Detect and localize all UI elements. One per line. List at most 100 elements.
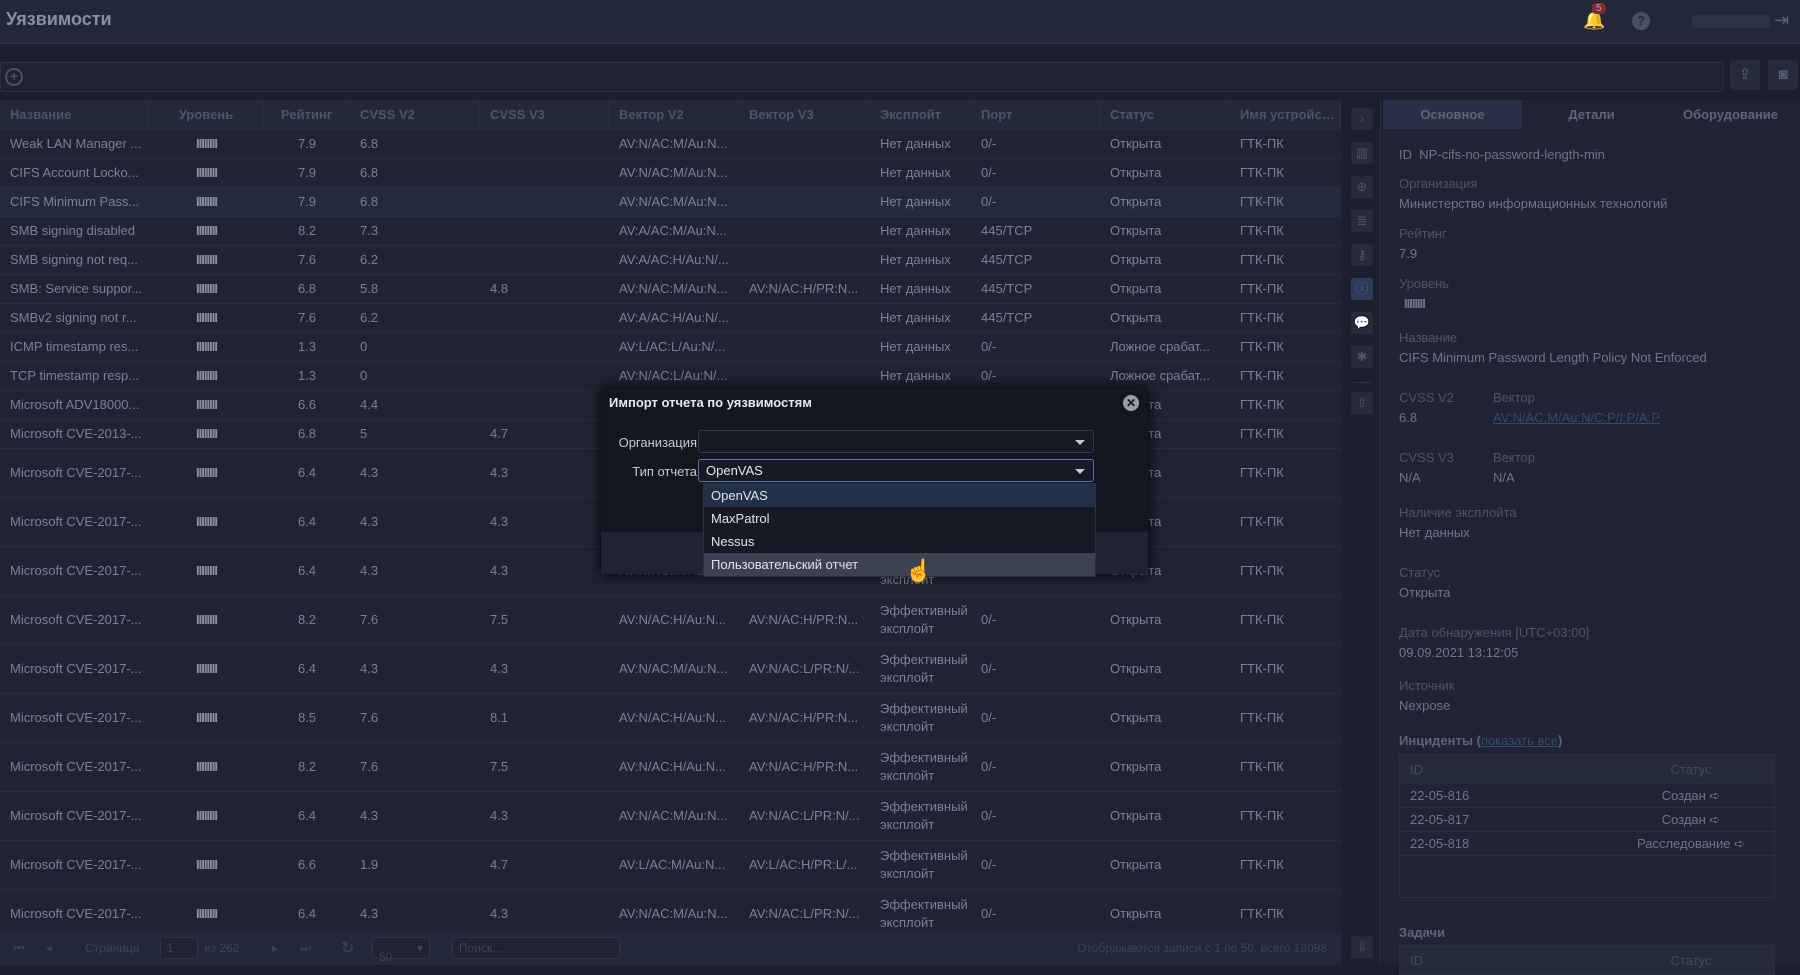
- collapse-chevron-icon[interactable]: ›: [1351, 108, 1373, 130]
- page-input[interactable]: 1: [160, 937, 198, 959]
- id-label: ID: [1399, 147, 1412, 162]
- table-row[interactable]: ICMP timestamp res... IIIIIIII 1.3 0 AV:L/AC…: [0, 333, 1341, 362]
- tab-hardware[interactable]: Оборудование: [1661, 100, 1800, 129]
- incident-row[interactable]: 22-05-816 Создан ➪: [1400, 784, 1774, 808]
- help-icon[interactable]: ?: [1632, 12, 1650, 30]
- tasks-label: Задачи: [1399, 925, 1446, 940]
- report-type-select[interactable]: OpenVAS: [698, 459, 1094, 482]
- date-label: Дата обнаружения [UTC+03:00]: [1399, 625, 1590, 640]
- page-size-value: 50: [379, 950, 393, 964]
- incident-status[interactable]: Расследование ➪: [1608, 832, 1774, 855]
- table-row[interactable]: Microsoft CVE-2017-... IIIIIIII 8.2 7.6 7.5 A…: [0, 743, 1341, 792]
- cell-exploit: Эффективный эксплойт: [880, 750, 968, 783]
- option-custom-report[interactable]: Пользовательский отчет: [704, 553, 1095, 576]
- close-icon[interactable]: ✕: [1123, 395, 1139, 411]
- cell-rating: 6.4: [297, 906, 317, 921]
- cell-status: Открыта: [1110, 612, 1162, 627]
- save-icon[interactable]: ◙: [1768, 60, 1798, 90]
- cell-name: Microsoft CVE-2017-...: [10, 808, 142, 823]
- incident-row[interactable]: 22-05-818 Расследование ➪: [1400, 832, 1774, 856]
- column-header[interactable]: Имя устройства: [1230, 100, 1341, 130]
- cell-cvss3: 8.1: [490, 710, 509, 725]
- table-row[interactable]: Microsoft CVE-2017-... IIIIIIII 6.4 4.3 4.3 A…: [0, 792, 1341, 841]
- column-header[interactable]: CVSS V3: [480, 100, 609, 130]
- cell-vector2: AV:N/AC:M/Au:N...: [619, 281, 728, 296]
- cell-vector3: AV:N/AC:H/PR:N...: [749, 612, 859, 627]
- cvss2-label: CVSS V2: [1399, 390, 1454, 405]
- first-page-icon[interactable]: ⏮: [14, 941, 25, 956]
- column-header[interactable]: Вектор V2: [609, 100, 739, 130]
- table-row[interactable]: TCP timestamp resp... IIIIIIII 1.3 0 AV:N/AC…: [0, 362, 1341, 391]
- column-header[interactable]: Уровень: [149, 100, 264, 130]
- upload-icon[interactable]: ⇪: [1730, 60, 1760, 90]
- column-header[interactable]: Вектор V3: [739, 100, 870, 130]
- cell-exploit: Эффективный эксплойт: [880, 652, 968, 685]
- cell-status: Открыта: [1110, 759, 1162, 774]
- user-name-blurred[interactable]: [1692, 15, 1770, 28]
- organization-select[interactable]: [698, 430, 1094, 453]
- table-row[interactable]: SMBv2 signing not r... IIIIIIII 7.6 6.2 AV:A…: [0, 304, 1341, 333]
- table-row[interactable]: Microsoft CVE-2017-... IIIIIIII 6.4 4.3 4.3 A…: [0, 890, 1341, 932]
- table-row[interactable]: CIFS Minimum Pass... IIIIIIII 7.9 6.8 AV:N/A…: [0, 188, 1341, 217]
- vector2-link[interactable]: AV:N/AC:M/Au:N/C:P/I:P/A:P: [1493, 410, 1660, 425]
- option-nessus[interactable]: Nessus: [704, 530, 1095, 553]
- incident-id: 22-05-818: [1410, 836, 1470, 851]
- table-row[interactable]: SMB signing disabled IIIIIIII 8.2 7.3 AV:A/A…: [0, 217, 1341, 246]
- table-row[interactable]: Microsoft CVE-2017-... IIIIIIII 8.2 7.6 7.5 A…: [0, 596, 1341, 645]
- table-row[interactable]: SMB signing not req... IIIIIIII 7.6 6.2 AV:A…: [0, 246, 1341, 275]
- info-icon[interactable]: ⓘ: [1351, 278, 1373, 300]
- option-openvas[interactable]: OpenVAS: [704, 484, 1095, 507]
- cell-cvss2: 7.6: [360, 612, 379, 627]
- cell-rating: 7.9: [297, 194, 317, 209]
- cell-cvss2: 6.8: [360, 136, 379, 151]
- table-row[interactable]: Microsoft CVE-2017-... IIIIIIII 6.4 4.3 4.3 A…: [0, 645, 1341, 694]
- column-header[interactable]: CVSS V2: [350, 100, 480, 130]
- column-header[interactable]: Рейтинг: [264, 100, 350, 130]
- level-indicator: IIIIIIII: [196, 808, 218, 823]
- comment-icon[interactable]: 💬: [1351, 312, 1373, 334]
- incidents-label: Инциденты (: [1399, 733, 1481, 748]
- logout-icon[interactable]: ⇥: [1774, 10, 1789, 31]
- table-row[interactable]: Microsoft CVE-2017-... IIIIIIII 6.6 1.9 4.7 A…: [0, 841, 1341, 890]
- page-size-select[interactable]: 50 ▾: [372, 937, 430, 964]
- file-upload-icon[interactable]: ⇧: [1351, 392, 1373, 414]
- cell-name: SMB signing disabled: [10, 223, 136, 238]
- incident-status[interactable]: Создан ➪: [1608, 784, 1774, 807]
- column-header[interactable]: Название: [0, 100, 149, 130]
- refresh-icon[interactable]: ↻: [341, 938, 354, 958]
- cell-rating: 1.3: [297, 368, 317, 383]
- cell-cvss2: 4.3: [360, 661, 379, 676]
- cell-vector2: AV:L/AC:L/Au:N/...: [619, 339, 726, 354]
- table-row[interactable]: Microsoft CVE-2017-... IIIIIIII 8.5 7.6 8.1 A…: [0, 694, 1341, 743]
- cell-rating: 7.9: [297, 136, 317, 151]
- tab-main[interactable]: Основное: [1383, 100, 1522, 129]
- incident-status[interactable]: Создан ➪: [1608, 808, 1774, 831]
- column-header[interactable]: Порт: [971, 100, 1100, 130]
- exploit-value: Нет данных: [1399, 525, 1470, 540]
- column-header[interactable]: Эксплойт: [870, 100, 971, 130]
- table-row[interactable]: CIFS Account Locko... IIIIIIII 7.9 6.8 AV:N/…: [0, 159, 1341, 188]
- option-maxpatrol[interactable]: MaxPatrol: [704, 507, 1095, 530]
- cell-name: Microsoft CVE-2017-...: [10, 857, 142, 872]
- last-page-icon[interactable]: ⏭: [300, 941, 311, 956]
- table-row[interactable]: SMB: Service suppor... IIIIIIII 6.8 5.8 4.8 A…: [0, 275, 1341, 304]
- cell-name: TCP timestamp resp...: [10, 368, 140, 383]
- cell-device: ГТК-ПК: [1240, 165, 1284, 180]
- chart-icon[interactable]: ▥: [1351, 142, 1373, 164]
- next-page-icon[interactable]: ▸: [272, 941, 278, 955]
- prev-page-icon[interactable]: ◂: [46, 941, 52, 955]
- list-icon[interactable]: ≣: [1351, 210, 1373, 232]
- search-input[interactable]: Поиск...: [452, 937, 620, 959]
- file-download-icon[interactable]: ⇩: [1351, 936, 1373, 958]
- key-icon[interactable]: ⚷: [1351, 244, 1373, 266]
- add-circle-icon[interactable]: ⊕: [1351, 176, 1373, 198]
- level-indicator: IIIIIIII: [196, 136, 218, 151]
- table-row[interactable]: Weak LAN Manager ... IIIIIIII 7.9 6.8 AV:N/A…: [0, 130, 1341, 159]
- incident-row[interactable]: 22-05-817 Создан ➪: [1400, 808, 1774, 832]
- tab-details[interactable]: Детали: [1522, 100, 1661, 129]
- puzzle-icon[interactable]: ✱: [1351, 346, 1373, 368]
- show-all-incidents-link[interactable]: показать все: [1481, 733, 1558, 748]
- cell-exploit: Нет данных: [880, 310, 951, 325]
- column-header[interactable]: Статус: [1100, 100, 1230, 130]
- add-icon[interactable]: +: [5, 68, 23, 86]
